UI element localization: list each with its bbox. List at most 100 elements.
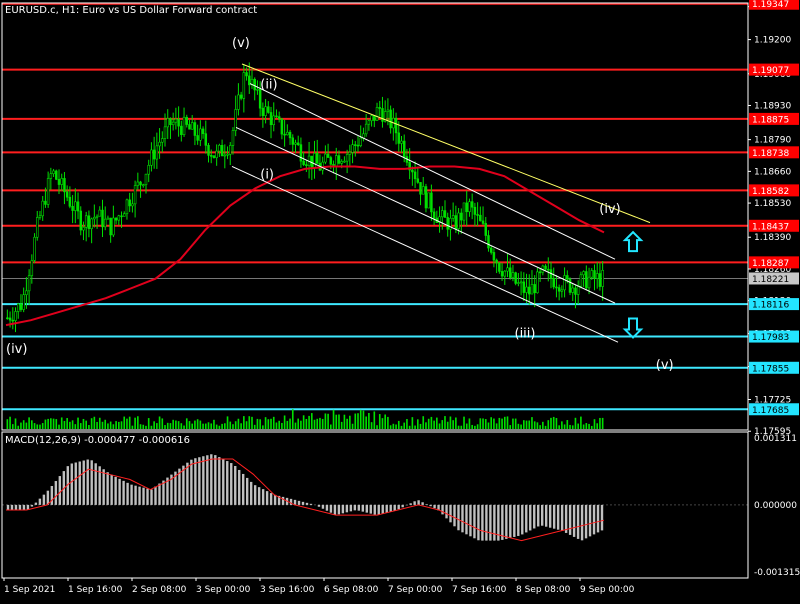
candle-body[interactable] xyxy=(495,259,498,264)
candle-body[interactable] xyxy=(27,275,31,292)
candle-body[interactable] xyxy=(568,278,572,293)
candle-body[interactable] xyxy=(223,154,227,157)
candle-body[interactable] xyxy=(65,191,69,198)
candle-body[interactable] xyxy=(294,142,297,145)
candle-body[interactable] xyxy=(112,217,115,236)
candle-body[interactable] xyxy=(411,169,414,173)
candle-body[interactable] xyxy=(74,201,77,211)
candle-body[interactable] xyxy=(57,179,61,185)
candle-body[interactable] xyxy=(441,210,444,218)
candle-body[interactable] xyxy=(430,192,433,213)
candle-body[interactable] xyxy=(359,137,362,146)
candle-body[interactable] xyxy=(242,72,246,99)
candle-body[interactable] xyxy=(291,137,295,145)
candle-body[interactable] xyxy=(348,152,352,155)
candle-body[interactable] xyxy=(378,107,382,109)
candle-body[interactable] xyxy=(462,202,466,221)
candle-body[interactable] xyxy=(106,217,110,220)
candle-body[interactable] xyxy=(335,155,338,167)
candle-body[interactable] xyxy=(351,144,354,153)
candle-body[interactable] xyxy=(566,275,569,280)
candle-body[interactable] xyxy=(489,247,493,253)
candle-body[interactable] xyxy=(579,274,583,287)
candle-body[interactable] xyxy=(397,132,401,144)
candle-body[interactable] xyxy=(601,270,604,287)
candle-body[interactable] xyxy=(533,284,536,294)
candle-body[interactable] xyxy=(503,270,507,277)
candle-body[interactable] xyxy=(345,154,349,162)
candle-body[interactable] xyxy=(147,164,150,175)
candle-body[interactable] xyxy=(582,271,585,276)
candle-body[interactable] xyxy=(563,275,566,291)
candle-body[interactable] xyxy=(506,267,509,272)
candle-body[interactable] xyxy=(465,202,468,213)
candle-body[interactable] xyxy=(171,121,175,126)
candle-body[interactable] xyxy=(373,115,376,121)
candle-body[interactable] xyxy=(79,210,83,231)
candle-body[interactable] xyxy=(343,160,346,163)
candle-body[interactable] xyxy=(315,153,319,164)
candle-body[interactable] xyxy=(120,215,123,218)
candle-body[interactable] xyxy=(215,150,218,159)
candle-body[interactable] xyxy=(55,170,58,180)
candle-body[interactable] xyxy=(381,108,384,122)
candle-body[interactable] xyxy=(204,133,208,146)
candle-body[interactable] xyxy=(571,287,574,293)
candle-body[interactable] xyxy=(245,72,248,77)
candle-body[interactable] xyxy=(321,161,324,171)
candle-body[interactable] xyxy=(199,128,202,141)
candle-body[interactable] xyxy=(177,118,180,127)
trading-chart[interactable]: (iv)(v)(ii)(i)(iii)(iv)(v) 1.193351.1920… xyxy=(0,0,800,600)
candle-body[interactable] xyxy=(522,281,526,293)
candle-body[interactable] xyxy=(432,211,436,219)
candle-body[interactable] xyxy=(264,106,267,117)
candle-body[interactable] xyxy=(33,236,36,261)
candle-body[interactable] xyxy=(158,141,161,147)
candle-body[interactable] xyxy=(280,118,284,135)
candle-body[interactable] xyxy=(218,144,221,152)
candle-body[interactable] xyxy=(63,178,66,193)
candle-body[interactable] xyxy=(446,217,449,230)
candle-body[interactable] xyxy=(95,215,99,218)
candle-body[interactable] xyxy=(413,171,417,180)
candle-body[interactable] xyxy=(527,286,531,295)
candle-body[interactable] xyxy=(16,303,20,312)
candle-body[interactable] xyxy=(38,215,42,218)
candle-body[interactable] xyxy=(114,217,118,221)
candle-body[interactable] xyxy=(389,109,392,129)
candle-body[interactable] xyxy=(188,124,191,130)
candle-body[interactable] xyxy=(185,116,189,125)
candle-body[interactable] xyxy=(14,311,17,321)
candle-body[interactable] xyxy=(226,153,229,156)
candle-body[interactable] xyxy=(288,131,292,139)
candle-body[interactable] xyxy=(68,196,72,207)
candle-body[interactable] xyxy=(277,116,281,120)
candle-body[interactable] xyxy=(340,161,343,164)
candle-body[interactable] xyxy=(367,120,371,125)
candle-body[interactable] xyxy=(313,153,316,168)
candle-body[interactable] xyxy=(256,88,259,91)
candle-body[interactable] xyxy=(479,214,482,222)
candle-body[interactable] xyxy=(560,289,564,292)
candle-body[interactable] xyxy=(476,214,479,216)
candle-body[interactable] xyxy=(166,118,169,128)
candle-body[interactable] xyxy=(593,270,596,279)
candle-body[interactable] xyxy=(587,276,591,289)
candle-body[interactable] xyxy=(557,287,561,292)
candle-body[interactable] xyxy=(296,142,300,145)
candle-body[interactable] xyxy=(370,115,373,122)
candle-body[interactable] xyxy=(41,200,44,217)
candle-body[interactable] xyxy=(125,199,129,215)
candle-body[interactable] xyxy=(8,317,12,321)
candle-body[interactable] xyxy=(324,153,327,163)
candle-body[interactable] xyxy=(253,78,256,91)
candle-body[interactable] xyxy=(190,122,194,130)
candle-body[interactable] xyxy=(11,319,15,322)
candle-body[interactable] xyxy=(508,267,512,278)
candle-body[interactable] xyxy=(131,203,134,207)
candle-body[interactable] xyxy=(49,173,53,179)
candle-body[interactable] xyxy=(492,252,496,261)
candle-body[interactable] xyxy=(511,272,515,278)
candle-body[interactable] xyxy=(364,123,368,135)
candle-body[interactable] xyxy=(6,317,9,320)
